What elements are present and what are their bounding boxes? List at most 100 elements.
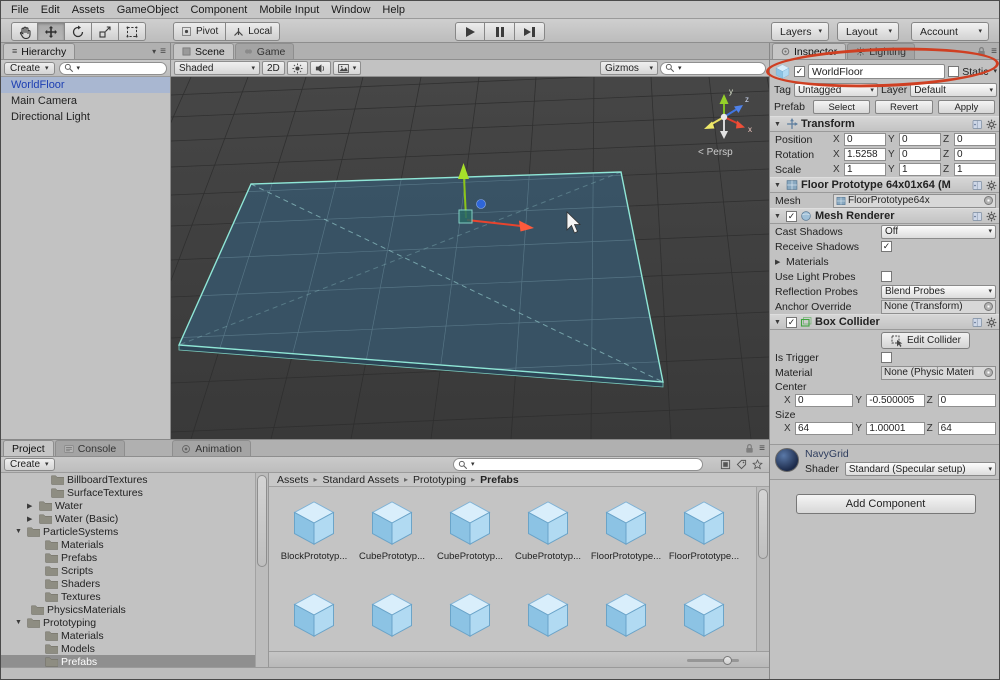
asset-item[interactable]	[278, 589, 350, 641]
play-button[interactable]	[455, 22, 485, 41]
asset-item[interactable]	[512, 589, 584, 641]
tree-item-billboardtextures[interactable]: BillboardTextures	[1, 473, 268, 486]
breadcrumb-assets[interactable]: Assets	[277, 474, 309, 486]
mesh-renderer-component-header[interactable]: ▼ ✓ Mesh Renderer	[770, 208, 1000, 224]
breadcrumb-standard-assets[interactable]: Standard Assets	[323, 474, 399, 486]
menu-file[interactable]: File	[5, 4, 35, 16]
hierarchy-item-worldfloor[interactable]: WorldFloor	[1, 77, 170, 93]
asset-item-floorprototype-1[interactable]: FloorPrototype...	[590, 497, 662, 562]
position-y-field[interactable]: 0	[899, 133, 941, 146]
search-filter-dropdown-icon[interactable]: ▾	[77, 65, 81, 72]
menu-component[interactable]: Component	[184, 4, 253, 16]
scene-effects-dropdown[interactable]: ▾	[333, 61, 362, 75]
box-collider-enabled-checkbox[interactable]: ✓	[786, 317, 797, 328]
help-book-icon[interactable]	[972, 119, 983, 130]
gear-icon[interactable]	[986, 180, 997, 191]
edit-collider-button[interactable]: Edit Collider	[881, 332, 970, 349]
center-y-field[interactable]: -0.500005	[866, 394, 924, 407]
menu-gameobject[interactable]: GameObject	[111, 4, 185, 16]
tree-item-textures[interactable]: Textures	[1, 590, 268, 603]
hierarchy-item-directional-light[interactable]: Directional Light	[1, 109, 170, 125]
local-toggle-button[interactable]: Local	[226, 22, 280, 41]
menu-window[interactable]: Window	[325, 4, 376, 16]
pivot-toggle-button[interactable]: Pivot	[173, 22, 226, 41]
foldout-icon[interactable]: ▼	[774, 182, 783, 189]
tree-item-surfacetextures[interactable]: SurfaceTextures	[1, 486, 268, 499]
scale-y-field[interactable]: 1	[899, 163, 941, 176]
is-trigger-checkbox[interactable]	[881, 352, 892, 363]
scene-viewport[interactable]: y z x < Persp	[171, 77, 769, 439]
scene-search-input[interactable]: ▾	[660, 62, 766, 75]
size-y-field[interactable]: 1.00001	[866, 422, 924, 435]
thumbnail-zoom-slider[interactable]	[687, 659, 739, 662]
persp-label[interactable]: < Persp	[698, 147, 733, 158]
tag-dropdown[interactable]: Untagged ▾	[794, 83, 878, 97]
asset-grid-scrollbar[interactable]	[756, 487, 769, 651]
tab-scene[interactable]: Scene	[173, 43, 234, 59]
foldout-icon[interactable]: ▼	[774, 319, 783, 326]
foldout-icon[interactable]: ▶	[27, 515, 36, 523]
mesh-filter-component-header[interactable]: ▼ Floor Prototype 64x01x64 (M	[770, 177, 1000, 193]
menu-help[interactable]: Help	[376, 4, 411, 16]
static-checkbox[interactable]	[948, 66, 959, 77]
size-z-field[interactable]: 64	[938, 422, 996, 435]
transform-component-header[interactable]: ▼ Transform	[770, 116, 1000, 132]
rotation-z-field[interactable]: 0	[954, 148, 996, 161]
hierarchy-create-button[interactable]: Create ▾	[4, 62, 55, 75]
foldout-icon[interactable]: ▼	[15, 619, 24, 626]
scene-lighting-toggle-button[interactable]	[287, 61, 308, 75]
project-create-button[interactable]: Create ▾	[4, 458, 55, 471]
search-filter-dropdown-icon[interactable]: ▾	[678, 65, 682, 72]
breadcrumb-prototyping[interactable]: Prototyping	[413, 474, 466, 486]
hierarchy-search-input[interactable]: ▾	[59, 62, 167, 75]
tab-console[interactable]: Console	[55, 440, 126, 456]
tree-item-physicsmaterials[interactable]: PhysicsMaterials	[1, 603, 268, 616]
shading-mode-dropdown[interactable]: Shaded ▾	[174, 61, 260, 75]
prefab-revert-button[interactable]: Revert	[875, 100, 932, 114]
tab-animation[interactable]: Animation	[172, 440, 251, 456]
rect-tool-button[interactable]	[119, 22, 146, 41]
static-dropdown-icon[interactable]: ▾	[993, 68, 997, 75]
reflection-probes-dropdown[interactable]: Blend Probes ▾	[881, 285, 996, 299]
gear-icon[interactable]	[986, 317, 997, 328]
materials-row[interactable]: ▶ Materials	[770, 254, 1000, 269]
lock-icon[interactable]	[976, 46, 987, 57]
tree-item-prototyping-materials[interactable]: Materials	[1, 629, 268, 642]
mesh-renderer-enabled-checkbox[interactable]: ✓	[786, 211, 797, 222]
asset-item-blockprototype[interactable]: BlockPrototyp...	[278, 497, 350, 562]
foldout-icon[interactable]: ▼	[774, 121, 783, 128]
tab-game[interactable]: Game	[235, 43, 295, 59]
foldout-icon[interactable]: ▶	[775, 258, 784, 266]
tree-item-materials[interactable]: Materials	[1, 538, 268, 551]
breadcrumb-prefabs[interactable]: Prefabs	[480, 474, 519, 486]
prefab-select-button[interactable]: Select	[813, 100, 870, 114]
scale-z-field[interactable]: 1	[954, 163, 996, 176]
favorites-star-icon[interactable]	[752, 459, 763, 470]
pane-menu-icon[interactable]: ≡	[759, 444, 765, 454]
menu-mobile-input[interactable]: Mobile Input	[253, 4, 325, 16]
pane-dropdown-icon[interactable]: ▾	[152, 48, 156, 56]
asset-item[interactable]	[356, 589, 428, 641]
size-x-field[interactable]: 64	[795, 422, 853, 435]
scale-x-field[interactable]: 1	[844, 163, 886, 176]
pause-button[interactable]	[485, 22, 515, 41]
rotation-y-field[interactable]: 0	[899, 148, 941, 161]
asset-item[interactable]	[434, 589, 506, 641]
asset-item-cubeprototype-3[interactable]: CubePrototyp...	[512, 497, 584, 562]
scene-audio-toggle-button[interactable]	[310, 61, 331, 75]
tree-scrollbar[interactable]	[255, 473, 268, 667]
tab-lighting[interactable]: Lighting	[847, 43, 915, 59]
step-button[interactable]	[515, 22, 545, 41]
position-x-field[interactable]: 0	[844, 133, 886, 146]
tree-item-models[interactable]: Models	[1, 642, 268, 655]
zoom-slider-thumb[interactable]	[723, 656, 732, 665]
receive-shadows-checkbox[interactable]: ✓	[881, 241, 892, 252]
tab-project[interactable]: Project	[3, 440, 54, 456]
use-light-probes-checkbox[interactable]	[881, 271, 892, 282]
tree-item-scripts[interactable]: Scripts	[1, 564, 268, 577]
hierarchy-item-main-camera[interactable]: Main Camera	[1, 93, 170, 109]
position-z-field[interactable]: 0	[954, 133, 996, 146]
mesh-object-field[interactable]: FloorPrototype64x	[833, 194, 996, 208]
tab-hierarchy[interactable]: ≡ Hierarchy	[3, 43, 75, 59]
lock-icon[interactable]	[744, 443, 755, 454]
